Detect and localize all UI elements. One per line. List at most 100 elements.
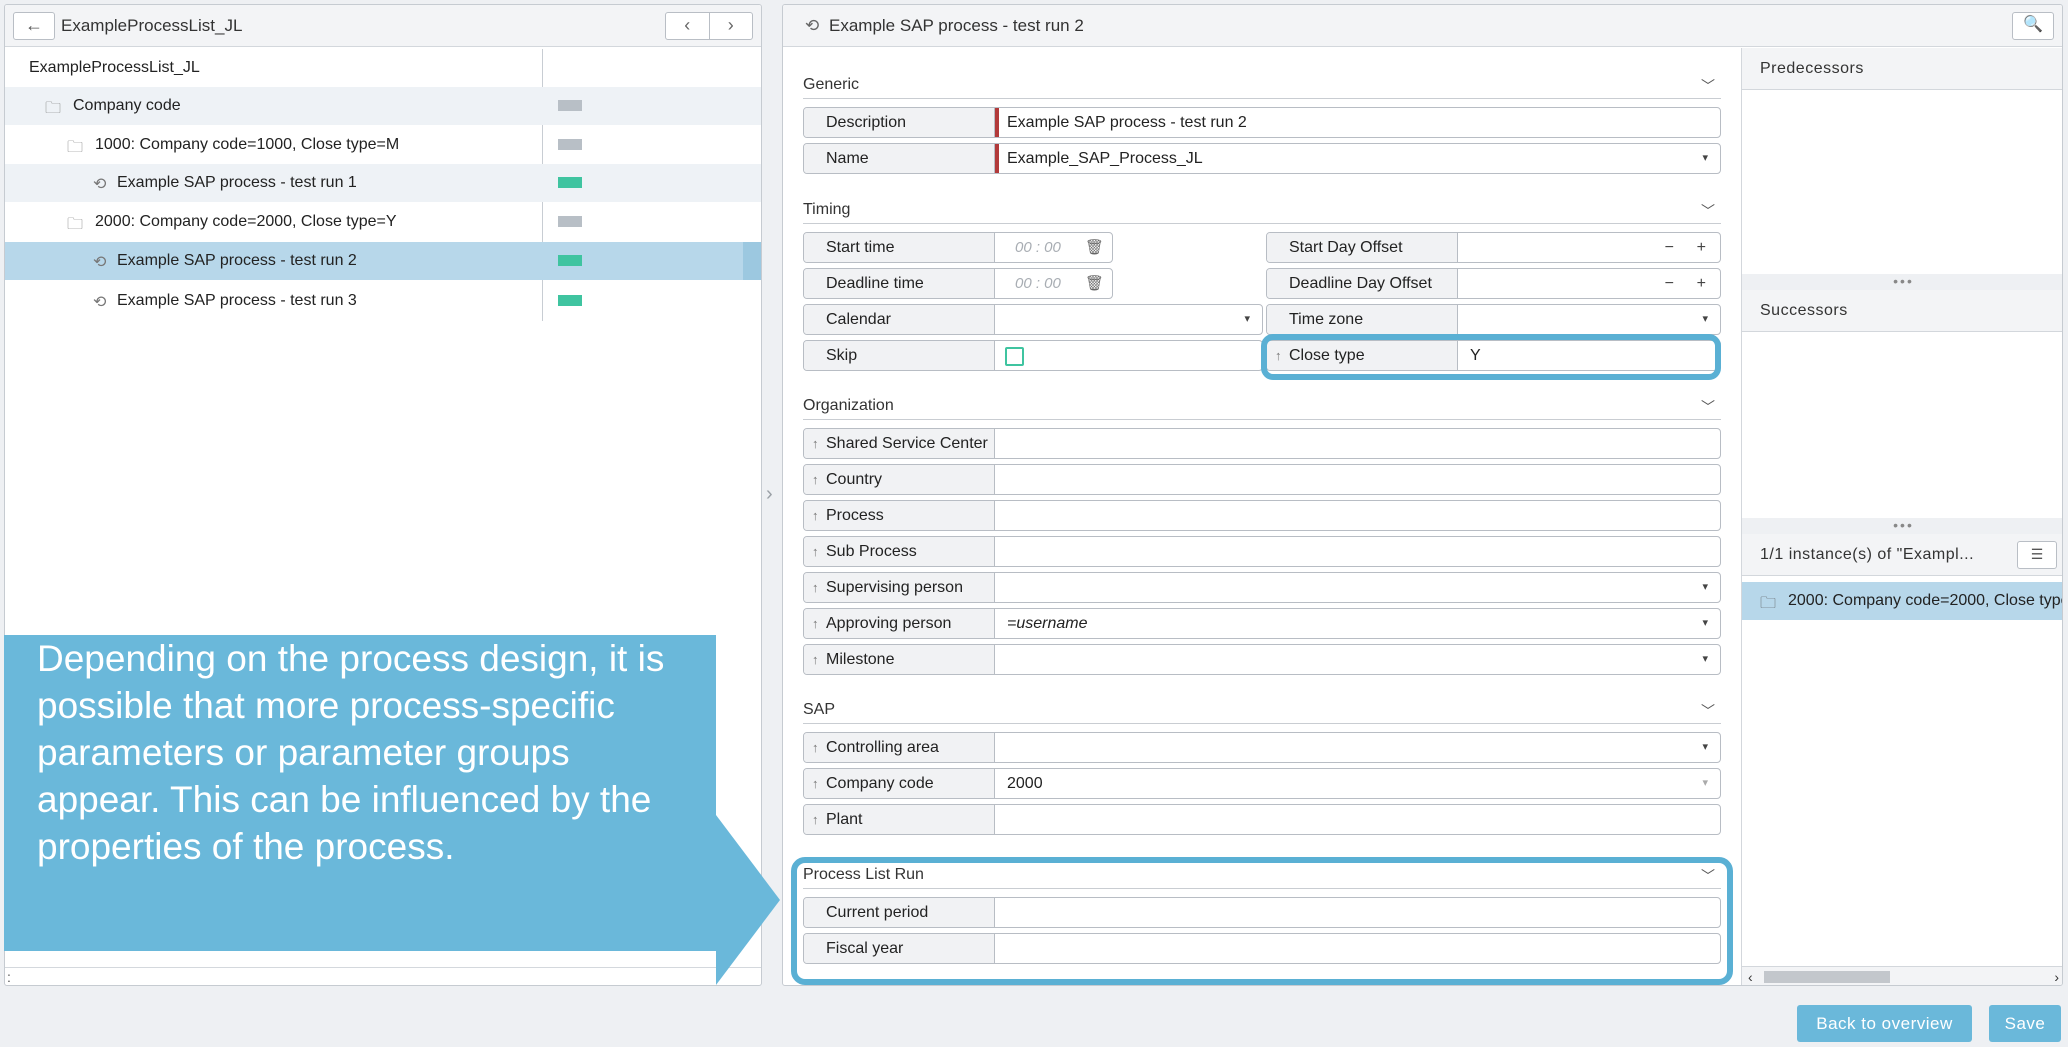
shared-service-center-value[interactable] [997, 429, 1720, 458]
milestone-field[interactable]: ↑ Milestone ▾ [803, 644, 1721, 675]
shared-service-center-field[interactable]: ↑ Shared Service Center [803, 428, 1721, 459]
chevron-down-icon[interactable]: ▾ [1702, 573, 1708, 602]
field-label: Skip [804, 341, 995, 370]
approving-person-field[interactable]: ↑ Approving person =username ▾ [803, 608, 1721, 639]
start-time-input[interactable]: 00 : 00 [997, 233, 1061, 262]
tree-row-label: ExampleProcessList_JL [29, 59, 200, 76]
sub-process-value[interactable] [997, 537, 1720, 566]
chevron-down-icon[interactable]: ﹀ [1701, 76, 1715, 96]
splitter-handle[interactable]: ••• [1742, 274, 2062, 290]
back-to-overview-button[interactable]: Back to overview [1797, 1005, 1972, 1042]
process-field[interactable]: ↑ Process [803, 500, 1721, 531]
instances-list-button[interactable]: ☰ [2017, 541, 2057, 569]
process-value[interactable] [997, 501, 1720, 530]
status-indicator [558, 295, 582, 306]
controlling-area-label: Controlling area [826, 739, 939, 756]
approving-person-value[interactable]: =username [997, 609, 1720, 638]
instance-item[interactable]: 🗀 2000: Company code=2000, Close type=Y [1742, 582, 2062, 620]
scroll-right-icon[interactable]: › [2054, 969, 2059, 985]
name-value[interactable]: Example_SAP_Process_JL [997, 144, 1720, 173]
calendar-field[interactable]: Calendar ▾ [803, 304, 1263, 335]
skip-field[interactable]: Skip [803, 340, 1263, 371]
controlling-area-field[interactable]: ↑ Controlling area ▾ [803, 732, 1721, 763]
search-button[interactable]: 🔍 [2012, 12, 2054, 40]
scroll-thumb[interactable] [1764, 971, 1890, 983]
milestone-value[interactable] [997, 645, 1720, 674]
inherit-icon: ↑ [812, 544, 819, 559]
scroll-left-icon[interactable]: ‹ [1748, 969, 1753, 985]
company-code-label: Company code [826, 775, 934, 792]
back-button[interactable]: ← [13, 12, 55, 40]
minus-icon[interactable]: − [1665, 269, 1674, 298]
name-field[interactable]: Name Example_SAP_Process_JL ▾ [803, 143, 1721, 174]
country-field[interactable]: ↑ Country [803, 464, 1721, 495]
folder-icon: 🗀 [1760, 595, 1777, 612]
calendar-value[interactable] [997, 305, 1262, 334]
successors-header: Successors [1742, 290, 2062, 332]
deadline-time-input[interactable]: 00 : 00 [997, 269, 1061, 298]
save-button[interactable]: Save [1989, 1005, 2061, 1042]
field-label: ↑ Company code [804, 769, 995, 798]
time-zone-field[interactable]: Time zone ▾ [1266, 304, 1721, 335]
company-code-field[interactable]: ↑ Company code 2000 ▾ [803, 768, 1721, 799]
supervising-person-field[interactable]: ↑ Supervising person ▾ [803, 572, 1721, 603]
next-button[interactable]: › [710, 13, 753, 39]
description-value[interactable]: Example SAP process - test run 2 [997, 108, 1720, 137]
controlling-area-value[interactable] [997, 733, 1720, 762]
tree-row-test-run-3[interactable]: ⟲ Example SAP process - test run 3 [5, 282, 761, 320]
minus-icon[interactable]: − [1665, 233, 1674, 262]
chevron-down-icon[interactable]: ▾ [1702, 144, 1708, 173]
chevron-down-icon[interactable]: ▾ [1702, 305, 1708, 334]
plant-value[interactable] [997, 805, 1720, 834]
field-label: Start Day Offset [1267, 233, 1458, 262]
plus-icon[interactable]: + [1697, 233, 1706, 262]
chevron-down-icon[interactable]: ﹀ [1701, 397, 1715, 417]
start-time-field[interactable]: Start time 00 : 00 🗑 [803, 232, 1113, 263]
horizontal-scrollbar[interactable]: ‹ › [1742, 966, 2062, 985]
trash-icon[interactable]: 🗑 [1085, 269, 1104, 298]
resize-mark[interactable]: : [5, 969, 11, 985]
tree-row-root[interactable]: ExampleProcessList_JL [5, 49, 761, 87]
tree-row-test-run-2[interactable]: ⟲ Example SAP process - test run 2 [5, 242, 761, 280]
deadline-day-offset-value[interactable] [1460, 269, 1720, 298]
time-zone-value[interactable] [1460, 305, 1720, 334]
sub-process-field[interactable]: ↑ Sub Process [803, 536, 1721, 567]
chevron-down-icon[interactable]: ﹀ [1701, 701, 1715, 721]
details-panel-title: Example SAP process - test run 2 [829, 16, 1084, 35]
trash-icon[interactable]: 🗑 [1085, 233, 1104, 262]
field-label: ↑ Country [804, 465, 995, 494]
prev-button[interactable]: ‹ [666, 13, 710, 39]
country-value[interactable] [997, 465, 1720, 494]
deadline-time-field[interactable]: Deadline time 00 : 00 🗑 [803, 268, 1113, 299]
shared-service-center-label: Shared Service Center [826, 435, 988, 452]
deadline-day-offset-field[interactable]: Deadline Day Offset − + [1266, 268, 1721, 299]
plant-label: Plant [826, 811, 863, 828]
chevron-down-icon[interactable]: ▾ [1702, 733, 1708, 762]
predecessors-header: Predecessors [1742, 48, 2062, 90]
chevron-down-icon[interactable]: ▾ [1702, 609, 1708, 638]
tree-row-1000[interactable]: 🗀 1000: Company code=1000, Close type=M [5, 126, 761, 164]
sub-process-label: Sub Process [826, 543, 917, 560]
process-icon: ⟲ [805, 16, 820, 35]
section-generic-title: Generic [803, 76, 860, 93]
skip-checkbox[interactable] [1005, 347, 1024, 366]
tree-row-company-code[interactable]: 🗀 Company code [5, 87, 761, 125]
tree-row-2000[interactable]: 🗀 2000: Company code=2000, Close type=Y [5, 203, 761, 241]
plant-field[interactable]: ↑ Plant [803, 804, 1721, 835]
plus-icon[interactable]: + [1697, 269, 1706, 298]
panel-collapse-handle[interactable]: › [766, 483, 773, 506]
chevron-down-icon[interactable]: ▾ [1702, 645, 1708, 674]
approving-person-label: Approving person [826, 615, 952, 632]
status-indicator [558, 216, 582, 227]
process-label: Process [826, 507, 884, 524]
start-day-offset-value[interactable] [1460, 233, 1720, 262]
status-indicator [558, 100, 582, 111]
splitter-handle[interactable]: ••• [1742, 518, 2062, 534]
chevron-down-icon[interactable]: ﹀ [1701, 201, 1715, 221]
tree-row-test-run-1[interactable]: ⟲ Example SAP process - test run 1 [5, 164, 761, 202]
description-field[interactable]: Description Example SAP process - test r… [803, 107, 1721, 138]
chevron-down-icon[interactable]: ▾ [1244, 305, 1250, 334]
milestone-label: Milestone [826, 651, 895, 668]
supervising-person-value[interactable] [997, 573, 1720, 602]
start-day-offset-field[interactable]: Start Day Offset − + [1266, 232, 1721, 263]
